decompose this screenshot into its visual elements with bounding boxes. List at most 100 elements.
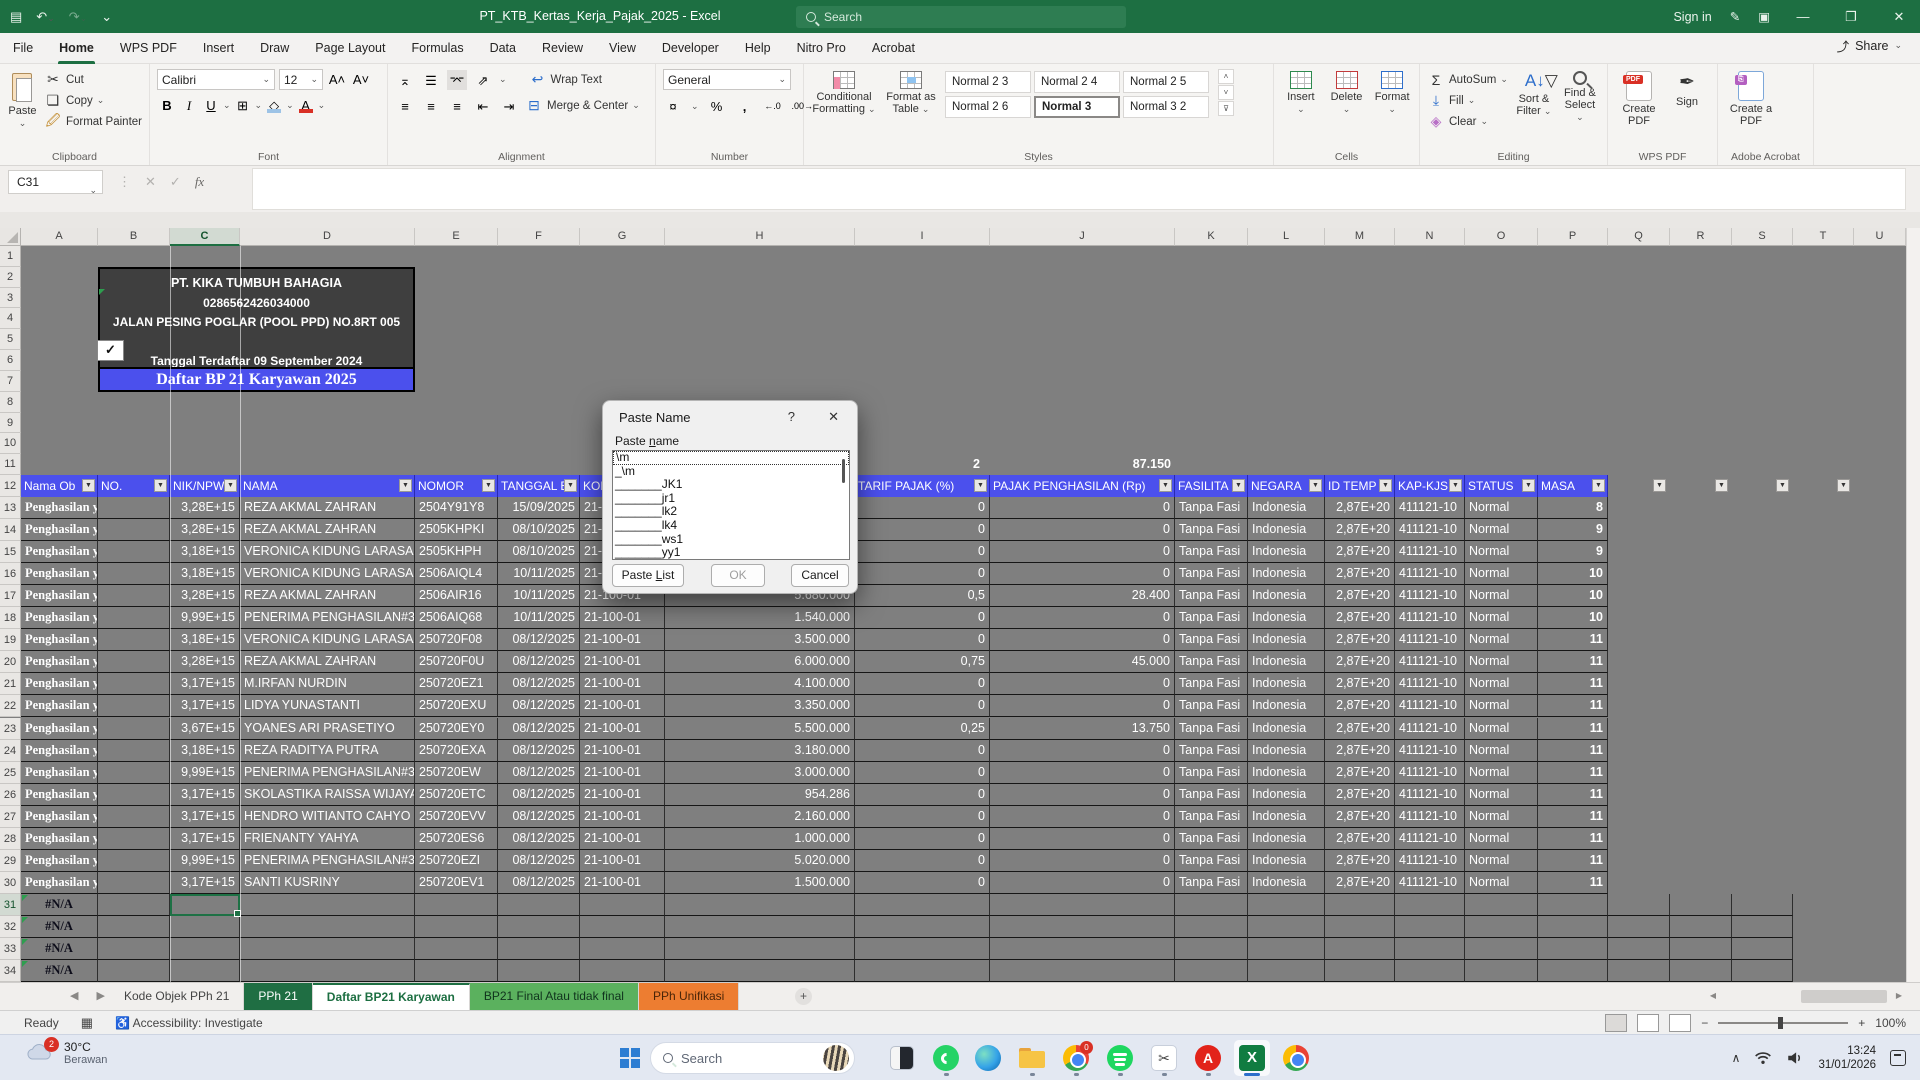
- kap-kjs-cell-r13[interactable]: 411121-10: [1395, 497, 1465, 519]
- pajak-cell-r24[interactable]: 0: [990, 740, 1175, 762]
- empty-cell-F31[interactable]: [498, 894, 580, 916]
- fasilitas-cell-r24[interactable]: Tanpa Fasi: [1175, 740, 1248, 762]
- id-tempat-cell-r19[interactable]: 2,87E+20: [1325, 629, 1395, 651]
- hscroll-right-icon[interactable]: ▶: [1892, 991, 1906, 1000]
- masa-cell-r22[interactable]: 11: [1538, 695, 1608, 717]
- kap-kjs-cell-r24[interactable]: 411121-10: [1395, 740, 1465, 762]
- copy-button[interactable]: ❏Copy ⌄: [44, 90, 142, 111]
- na-cell-A32[interactable]: #N/A: [21, 916, 98, 938]
- objek-cell-r22[interactable]: Penghasilan yang diter: [21, 695, 98, 717]
- empty-cell-I31[interactable]: [855, 894, 990, 916]
- kode-cell-r30[interactable]: 21-100-01: [580, 872, 665, 894]
- status-cell-r27[interactable]: Normal: [1465, 806, 1538, 828]
- fasilitas-cell-r15[interactable]: Tanpa Fasi: [1175, 541, 1248, 563]
- empty-cell-E32[interactable]: [415, 916, 498, 938]
- empty-cell-P34[interactable]: [1538, 960, 1608, 982]
- column-header-P[interactable]: P: [1538, 228, 1608, 246]
- negara-cell-r22[interactable]: Indonesia: [1248, 695, 1325, 717]
- zoom-slider[interactable]: [1718, 1022, 1848, 1024]
- nik-cell-r24[interactable]: 3,18E+15: [170, 740, 240, 762]
- nik-cell-r20[interactable]: 3,28E+15: [170, 651, 240, 673]
- taskbar-app-nitro[interactable]: A: [1190, 1040, 1226, 1076]
- fasilitas-cell-r23[interactable]: Tanpa Fasi: [1175, 718, 1248, 740]
- kap-kjs-cell-r18[interactable]: 411121-10: [1395, 607, 1465, 629]
- nik-cell-r16[interactable]: 3,18E+15: [170, 563, 240, 585]
- column-header-R[interactable]: R: [1670, 228, 1732, 246]
- empty-cell-O33[interactable]: [1465, 938, 1538, 960]
- nik-cell-r21[interactable]: 3,17E+15: [170, 673, 240, 695]
- ribbon-tab-developer[interactable]: Developer: [649, 33, 732, 64]
- kode-cell-r24[interactable]: 21-100-01: [580, 740, 665, 762]
- bruto-cell-r30[interactable]: 1.500.000: [665, 872, 855, 894]
- pajak-cell-r19[interactable]: 0: [990, 629, 1175, 651]
- nomor-cell-r13[interactable]: 2504Y91Y8: [415, 497, 498, 519]
- id-tempat-cell-r13[interactable]: 2,87E+20: [1325, 497, 1395, 519]
- ribbon-tab-nitro-pro[interactable]: Nitro Pro: [784, 33, 859, 64]
- column-header-F[interactable]: F: [498, 228, 580, 246]
- no-cell-r27[interactable]: [98, 806, 170, 828]
- nama-cell-r15[interactable]: VERONICA KIDUNG LARASA: [240, 541, 415, 563]
- nomor-cell-r29[interactable]: 250720EZI: [415, 850, 498, 872]
- no-cell-r15[interactable]: [98, 541, 170, 563]
- filter-dropdown-icon[interactable]: ▼: [1715, 479, 1728, 492]
- pajak-cell-r30[interactable]: 0: [990, 872, 1175, 894]
- kode-cell-r20[interactable]: 21-100-01: [580, 651, 665, 673]
- sheet-tab-daftar-bp21-karyawan[interactable]: Daftar BP21 Karyawan: [313, 983, 470, 1011]
- input-indicator-icon[interactable]: [1890, 1050, 1906, 1066]
- styles-down-icon[interactable]: ˅: [1218, 85, 1234, 100]
- status-cell-r18[interactable]: Normal: [1465, 607, 1538, 629]
- row-header-12[interactable]: 12: [0, 475, 21, 497]
- vertical-scrollbar[interactable]: [1906, 228, 1920, 982]
- sign-in-button[interactable]: Sign in: [1673, 10, 1711, 24]
- underline-button[interactable]: U: [201, 95, 221, 115]
- negara-cell-r19[interactable]: Indonesia: [1248, 629, 1325, 651]
- objek-cell-r25[interactable]: Penghasilan yang diter: [21, 762, 98, 784]
- objek-cell-r27[interactable]: Penghasilan yang diter: [21, 806, 98, 828]
- negara-cell-r29[interactable]: Indonesia: [1248, 850, 1325, 872]
- tanggal-cell-r22[interactable]: 08/12/2025: [498, 695, 580, 717]
- no-cell-r16[interactable]: [98, 563, 170, 585]
- empty-cell-G31[interactable]: [580, 894, 665, 916]
- insert-function-icon[interactable]: fx: [195, 174, 204, 190]
- align-center-icon[interactable]: ≡: [421, 96, 441, 116]
- nama-cell-r26[interactable]: SKOLASTIKA RAISSA WIJAYA: [240, 784, 415, 806]
- filter-dropdown-icon[interactable]: ▼: [1776, 479, 1789, 492]
- kap-kjs-cell-r28[interactable]: 411121-10: [1395, 828, 1465, 850]
- id-tempat-cell-r29[interactable]: 2,87E+20: [1325, 850, 1395, 872]
- sheet-tab-kode-objek-pph-21[interactable]: Kode Objek PPh 21: [110, 983, 244, 1011]
- objek-cell-r14[interactable]: Penghasilan yang diter: [21, 519, 98, 541]
- status-cell-r30[interactable]: Normal: [1465, 872, 1538, 894]
- empty-cell-S32[interactable]: [1732, 916, 1793, 938]
- row-header-8[interactable]: 8: [0, 392, 21, 413]
- fasilitas-cell-r14[interactable]: Tanpa Fasi: [1175, 519, 1248, 541]
- fasilitas-cell-r30[interactable]: Tanpa Fasi: [1175, 872, 1248, 894]
- filter-dropdown-icon[interactable]: ▼: [224, 479, 237, 492]
- sheet-tab-bp21-final-atau-tidak-final[interactable]: BP21 Final Atau tidak final: [470, 983, 639, 1011]
- nomor-cell-r27[interactable]: 250720EVV: [415, 806, 498, 828]
- empty-cell-N32[interactable]: [1395, 916, 1465, 938]
- nik-cell-r22[interactable]: 3,17E+15: [170, 695, 240, 717]
- nama-cell-r25[interactable]: PENERIMA PENGHASILAN#3: [240, 762, 415, 784]
- objek-cell-r17[interactable]: Penghasilan yang diter: [21, 585, 98, 607]
- minimize-button[interactable]: —: [1788, 9, 1818, 24]
- redo-icon[interactable]: ↷⌄: [69, 9, 87, 25]
- empty-cell-B32[interactable]: [98, 916, 170, 938]
- new-sheet-button[interactable]: +: [795, 988, 812, 1005]
- empty-cell-H32[interactable]: [665, 916, 855, 938]
- align-right-icon[interactable]: ≡: [447, 96, 467, 116]
- fasilitas-cell-r20[interactable]: Tanpa Fasi: [1175, 651, 1248, 673]
- bruto-cell-r18[interactable]: 1.540.000: [665, 607, 855, 629]
- status-cell-r16[interactable]: Normal: [1465, 563, 1538, 585]
- kap-kjs-cell-r16[interactable]: 411121-10: [1395, 563, 1465, 585]
- format-painter-button[interactable]: 🖉Format Painter: [44, 111, 142, 132]
- row-header-25[interactable]: 25: [0, 762, 21, 784]
- dialog-help-icon[interactable]: ?: [788, 409, 795, 424]
- taskbar-app-excel[interactable]: X: [1234, 1040, 1270, 1076]
- fasilitas-cell-r17[interactable]: Tanpa Fasi: [1175, 585, 1248, 607]
- masa-cell-r27[interactable]: 11: [1538, 806, 1608, 828]
- fasilitas-cell-r22[interactable]: Tanpa Fasi: [1175, 695, 1248, 717]
- cell-style-normal-3[interactable]: Normal 3: [1034, 96, 1120, 118]
- tarif-cell-r25[interactable]: 0: [855, 762, 990, 784]
- tab-scroll-right-icon[interactable]: ▶: [96, 989, 104, 1002]
- increase-indent-icon[interactable]: ⇥: [499, 96, 519, 116]
